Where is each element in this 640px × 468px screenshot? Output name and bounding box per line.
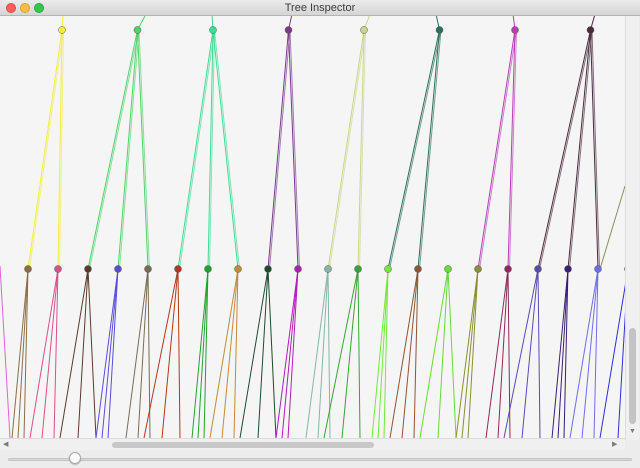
tree-edge bbox=[0, 265, 11, 438]
tree-edge bbox=[117, 29, 138, 270]
zoom-slider-knob[interactable] bbox=[69, 452, 82, 464]
tree-edge bbox=[288, 29, 299, 270]
tree-node bbox=[264, 265, 272, 273]
tree-edge bbox=[267, 268, 277, 438]
tree-node bbox=[504, 265, 512, 273]
tree-node bbox=[24, 265, 32, 273]
tree-edge bbox=[389, 29, 442, 270]
horizontal-scroll-thumb[interactable] bbox=[112, 442, 374, 448]
tree-edge bbox=[591, 29, 600, 270]
tree-node bbox=[234, 265, 242, 273]
tree-edge bbox=[59, 268, 89, 438]
tree-edge bbox=[567, 29, 591, 270]
tree-edge bbox=[317, 268, 329, 438]
tree-edge bbox=[177, 268, 181, 438]
tree-edge bbox=[417, 29, 440, 270]
scroll-right-arrow-icon[interactable]: ▶ bbox=[612, 441, 617, 449]
tree-canvas[interactable] bbox=[0, 16, 639, 440]
tree-edge bbox=[257, 268, 269, 438]
tree-node bbox=[324, 265, 332, 273]
tree-node bbox=[511, 26, 519, 34]
tree-node bbox=[414, 265, 422, 273]
tree-edge bbox=[77, 268, 89, 438]
tree-edge bbox=[437, 268, 449, 438]
tree-edge bbox=[599, 284, 625, 438]
tree-edge bbox=[137, 268, 149, 438]
tree-edge bbox=[161, 268, 179, 438]
tree-node bbox=[144, 265, 152, 273]
window-title: Tree Inspector bbox=[284, 2, 356, 14]
tree-edge bbox=[87, 268, 97, 438]
tree-edge bbox=[539, 29, 593, 270]
tree-node bbox=[564, 265, 572, 273]
tree-edge bbox=[599, 185, 625, 270]
vertical-scroll-thumb[interactable] bbox=[629, 328, 636, 424]
tree-edge bbox=[214, 29, 240, 270]
tree-inspector-window: Tree Inspector ▲ ▼ ◀ ▶ bbox=[0, 0, 640, 468]
tree-node bbox=[284, 26, 293, 34]
tree-node bbox=[594, 265, 602, 273]
tree-node bbox=[586, 26, 595, 34]
tree-edge bbox=[27, 29, 63, 270]
tree-edge bbox=[212, 29, 239, 270]
tree-edge bbox=[447, 268, 457, 438]
tree-edge bbox=[497, 268, 509, 438]
tree-node bbox=[294, 265, 302, 273]
tree-edge bbox=[138, 29, 150, 270]
tree-edge bbox=[267, 29, 289, 270]
zoom-slider-bar bbox=[0, 450, 640, 468]
tree-edge bbox=[87, 29, 138, 270]
tree-edge bbox=[305, 268, 329, 438]
tree-edge bbox=[590, 29, 599, 270]
tree-edge bbox=[387, 29, 440, 270]
tree-edge bbox=[89, 29, 140, 270]
tree-node bbox=[54, 265, 62, 273]
tree-edge bbox=[537, 268, 541, 438]
scroll-down-arrow-icon[interactable]: ▼ bbox=[629, 428, 636, 436]
tree-edge bbox=[357, 268, 361, 438]
tree-edge bbox=[125, 268, 149, 438]
tree-edge bbox=[537, 29, 591, 270]
vertical-scrollbar[interactable]: ▲ ▼ bbox=[625, 16, 639, 440]
tree-node bbox=[133, 26, 142, 34]
scroll-left-arrow-icon[interactable]: ◀ bbox=[3, 441, 8, 449]
tree-edge bbox=[419, 268, 449, 438]
tree-node bbox=[174, 265, 182, 273]
tree-node bbox=[84, 265, 92, 273]
tree-node bbox=[360, 26, 368, 34]
title-bar: Tree Inspector bbox=[0, 0, 640, 16]
tree-node bbox=[209, 26, 217, 34]
tree-node bbox=[534, 265, 542, 273]
tree-edge bbox=[137, 29, 149, 270]
zoom-slider-track[interactable] bbox=[8, 458, 632, 461]
tree-edge bbox=[95, 268, 119, 438]
tree-node bbox=[444, 265, 452, 273]
tree-node bbox=[435, 26, 444, 34]
tree-edge bbox=[341, 268, 359, 438]
tree-node bbox=[384, 265, 392, 273]
tree-graph bbox=[0, 16, 625, 438]
tree-edge bbox=[419, 29, 442, 270]
tree-edge bbox=[275, 268, 299, 438]
tree-edge bbox=[239, 268, 269, 438]
tree-edge bbox=[521, 268, 539, 438]
tree-edge bbox=[289, 29, 300, 270]
tree-node bbox=[354, 265, 362, 273]
tree-node bbox=[204, 265, 212, 273]
tree-edge bbox=[569, 29, 593, 270]
tree-edge bbox=[177, 29, 214, 270]
tree-edge bbox=[269, 29, 291, 270]
tree-edge bbox=[119, 29, 140, 270]
tree-edge bbox=[485, 268, 509, 438]
tree-node bbox=[58, 26, 66, 34]
tree-edge bbox=[455, 268, 479, 438]
tree-node bbox=[114, 265, 122, 273]
tree-node bbox=[474, 265, 482, 273]
